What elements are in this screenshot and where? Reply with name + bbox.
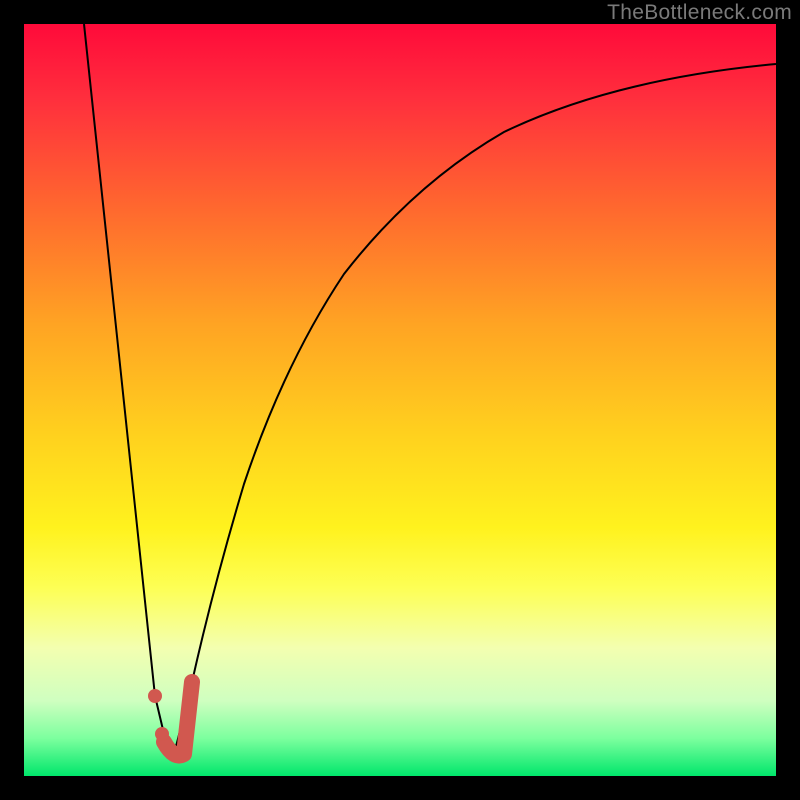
highlight-dot-lower	[155, 727, 169, 741]
chart-plot-area	[24, 24, 776, 776]
highlight-thick-segment	[164, 682, 192, 756]
chart-svg	[24, 24, 776, 776]
highlight-dot-upper	[148, 689, 162, 703]
curve-right-branch	[174, 64, 776, 754]
curve-left-branch	[84, 24, 174, 754]
watermark-text: TheBottleneck.com	[607, 1, 792, 25]
